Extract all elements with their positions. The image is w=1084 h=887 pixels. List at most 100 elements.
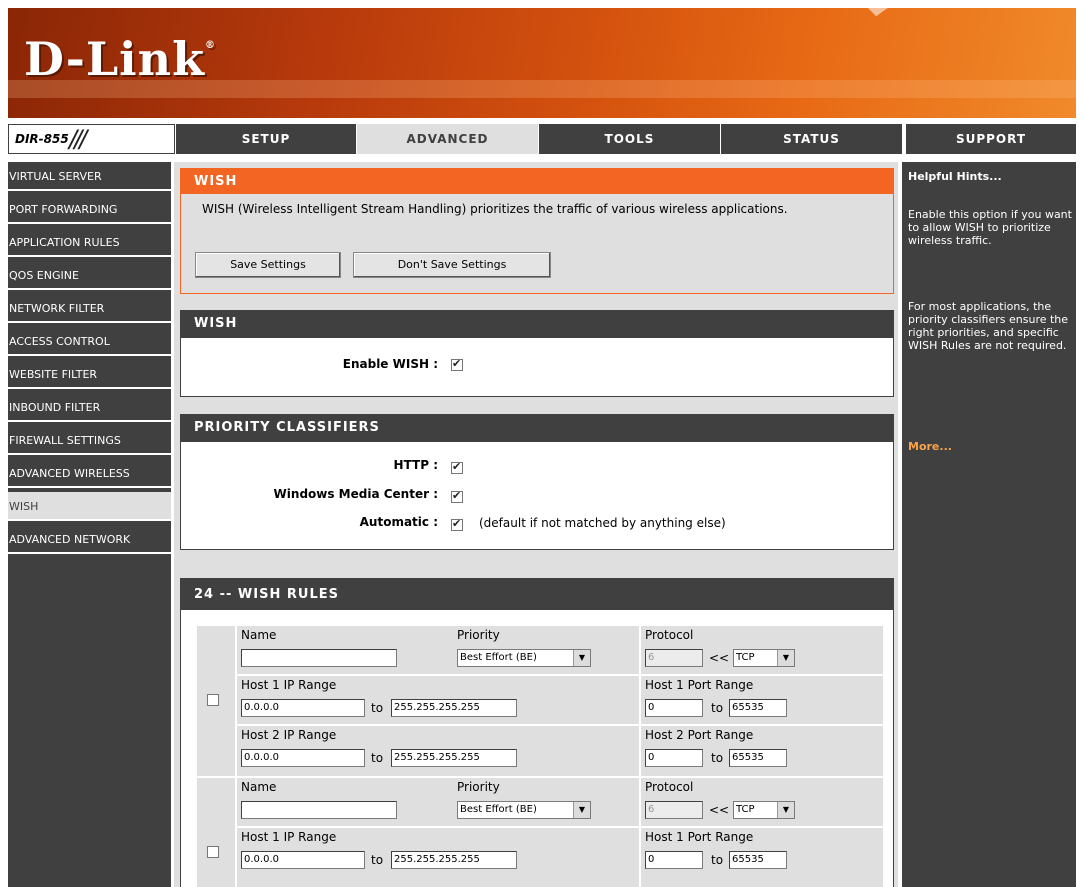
sidebar-item-advanced-wireless[interactable]: ADVANCED WIRELESS — [8, 459, 171, 488]
header-banner: D-Link® — [8, 8, 1076, 118]
tab-advanced[interactable]: ADVANCED — [356, 124, 538, 154]
chevron-down-icon: ▼ — [573, 802, 590, 818]
rule-1-host1-port-cell: Host 1 Port Range 0 to 65535 — [641, 676, 883, 724]
sidebar-item-network-filter[interactable]: NETWORK FILTER — [8, 294, 171, 323]
sidebar-item-port-forwarding[interactable]: PORT FORWARDING — [8, 195, 171, 224]
rule-1-host1-port-to: to — [711, 701, 724, 715]
rule-2-host1-port-end-input[interactable]: 65535 — [729, 851, 787, 869]
wish-enable-box: WISH Enable WISH : — [180, 310, 894, 397]
chevron-down-icon: ▼ — [777, 650, 794, 666]
automatic-checkbox[interactable] — [451, 517, 463, 531]
tab-status[interactable]: STATUS — [720, 124, 902, 154]
enable-wish-label: Enable WISH : — [342, 357, 438, 371]
rule-2-enable-checkbox[interactable] — [207, 846, 219, 858]
wish-section-title: WISH — [180, 310, 894, 338]
rule-2-protocol-select[interactable]: TCP ▼ — [733, 801, 795, 819]
windows-media-center-label: Windows Media Center : — [273, 487, 438, 501]
hints-title: Helpful Hints... — [908, 170, 1002, 183]
main-content: WISH WISH (Wireless Intelligent Stream H… — [174, 162, 898, 887]
automatic-label: Automatic : — [359, 515, 438, 529]
rule-1-protocol-number-input[interactable]: 6 — [645, 649, 703, 667]
rule-1-protocol-arrow: << — [709, 651, 730, 665]
rule-1-host2-ip-to: to — [371, 751, 384, 765]
http-checkbox[interactable] — [451, 460, 463, 474]
rule-2-host1-port-start-input[interactable]: 0 — [645, 851, 703, 869]
rule-1-host2-port-to: to — [711, 751, 724, 765]
rule-2-host1-ip-label: Host 1 IP Range — [241, 830, 337, 844]
rule-2-host1-ip-end-input[interactable]: 255.255.255.255 — [391, 851, 517, 869]
rule-2-protocol-number-input[interactable]: 6 — [645, 801, 703, 819]
enable-wish-checkbox[interactable] — [451, 357, 463, 371]
rule-2-name-input[interactable] — [241, 801, 397, 819]
rule-1-name-label: Name — [241, 628, 277, 642]
rule-1-protocol-select[interactable]: TCP ▼ — [733, 649, 795, 667]
rule-1-host2-port-end-input[interactable]: 65535 — [729, 749, 787, 767]
rule-1-protocol-cell: Protocol 6 << TCP ▼ — [641, 626, 883, 674]
banner-swoosh — [828, 8, 1076, 118]
rule-1-name-input[interactable] — [241, 649, 397, 667]
rule-1-host1-ip-cell: Host 1 IP Range 0.0.0.0 to 255.255.255.2… — [237, 676, 639, 724]
sidebar-item-firewall-settings[interactable]: FIREWALL SETTINGS — [8, 426, 171, 455]
rule-1-host2-ip-end-input[interactable]: 255.255.255.255 — [391, 749, 517, 767]
rule-1-host1-ip-start-input[interactable]: 0.0.0.0 — [241, 699, 365, 717]
priority-classifiers-box: PRIORITY CLASSIFIERS HTTP : Windows Medi… — [180, 414, 894, 550]
rule-2-host1-port-cell: Host 1 Port Range 0 to 65535 — [641, 828, 883, 887]
wish-rule-1: Name Priority Best Effort (BE) ▼ Protocol… — [197, 626, 883, 776]
rule-1-host2-port-cell: Host 2 Port Range 0 to 65535 — [641, 726, 883, 776]
sidebar: VIRTUAL SERVER PORT FORWARDING APPLICATI… — [8, 162, 171, 887]
rule-2-host1-ip-to: to — [371, 853, 384, 867]
sidebar-item-qos-engine[interactable]: QOS ENGINE — [8, 261, 171, 290]
sidebar-item-access-control[interactable]: ACCESS CONTROL — [8, 327, 171, 356]
rule-1-host2-ip-label: Host 2 IP Range — [241, 728, 337, 742]
rule-1-host1-ip-label: Host 1 IP Range — [241, 678, 337, 692]
rule-1-host1-port-end-input[interactable]: 65535 — [729, 699, 787, 717]
rule-2-enable-cell — [197, 778, 235, 887]
rule-1-host1-port-start-input[interactable]: 0 — [645, 699, 703, 717]
hints-more-link[interactable]: More... — [908, 440, 952, 453]
chevron-down-icon: ▼ — [777, 802, 794, 818]
dont-save-settings-button[interactable]: Don't Save Settings — [353, 252, 551, 278]
rule-2-protocol-arrow: << — [709, 803, 730, 817]
wish-rules-box: 24 -- WISH RULES Name Priority Best Effo… — [180, 578, 894, 887]
rule-2-protocol-cell: Protocol 6 << TCP ▼ — [641, 778, 883, 826]
rule-1-enable-checkbox[interactable] — [207, 694, 219, 706]
model-mark: /// — [69, 125, 87, 153]
rule-2-protocol-label: Protocol — [645, 780, 694, 794]
tab-tools[interactable]: TOOLS — [538, 124, 720, 154]
sidebar-item-inbound-filter[interactable]: INBOUND FILTER — [8, 393, 171, 422]
hints-paragraph-1: Enable this option if you want to allow … — [908, 208, 1072, 247]
save-settings-button[interactable]: Save Settings — [195, 252, 341, 278]
wish-intro-title: WISH — [180, 168, 894, 194]
rule-1-name-priority-cell: Name Priority Best Effort (BE) ▼ — [237, 626, 639, 674]
sidebar-item-application-rules[interactable]: APPLICATION RULES — [8, 228, 171, 257]
rule-2-name-label: Name — [241, 780, 277, 794]
rule-1-host1-port-label: Host 1 Port Range — [645, 678, 754, 692]
rule-1-priority-label: Priority — [457, 628, 500, 642]
model-name: DIR-855 — [15, 132, 69, 146]
rule-1-priority-select[interactable]: Best Effort (BE) ▼ — [457, 649, 591, 667]
rule-1-protocol-label: Protocol — [645, 628, 694, 642]
rule-1-host2-ip-cell: Host 2 IP Range 0.0.0.0 to 255.255.255.2… — [237, 726, 639, 776]
sidebar-item-wish[interactable]: WISH — [8, 492, 171, 521]
sidebar-item-advanced-network[interactable]: ADVANCED NETWORK — [8, 525, 171, 554]
hints-paragraph-2: For most applications, the priority clas… — [908, 300, 1069, 352]
rule-2-priority-select[interactable]: Best Effort (BE) ▼ — [457, 801, 591, 819]
http-label: HTTP : — [393, 458, 438, 472]
rule-2-host1-ip-start-input[interactable]: 0.0.0.0 — [241, 851, 365, 869]
tab-support[interactable]: SUPPORT — [902, 124, 1076, 154]
priority-classifiers-title: PRIORITY CLASSIFIERS — [180, 414, 894, 442]
tab-setup[interactable]: SETUP — [175, 124, 356, 154]
automatic-note: (default if not matched by anything else… — [479, 516, 726, 530]
sidebar-item-virtual-server[interactable]: VIRTUAL SERVER — [8, 162, 171, 191]
windows-media-center-checkbox[interactable] — [451, 489, 463, 503]
wish-intro-box: WISH WISH (Wireless Intelligent Stream H… — [180, 168, 894, 294]
rule-1-host2-ip-start-input[interactable]: 0.0.0.0 — [241, 749, 365, 767]
rule-1-enable-cell — [197, 626, 235, 776]
wish-description: WISH (Wireless Intelligent Stream Handli… — [202, 202, 788, 216]
rule-2-host1-port-to: to — [711, 853, 724, 867]
rule-1-host1-ip-end-input[interactable]: 255.255.255.255 — [391, 699, 517, 717]
rule-1-host2-port-start-input[interactable]: 0 — [645, 749, 703, 767]
sidebar-item-website-filter[interactable]: WEBSITE FILTER — [8, 360, 171, 389]
rule-2-priority-label: Priority — [457, 780, 500, 794]
rule-2-name-priority-cell: Name Priority Best Effort (BE) ▼ — [237, 778, 639, 826]
